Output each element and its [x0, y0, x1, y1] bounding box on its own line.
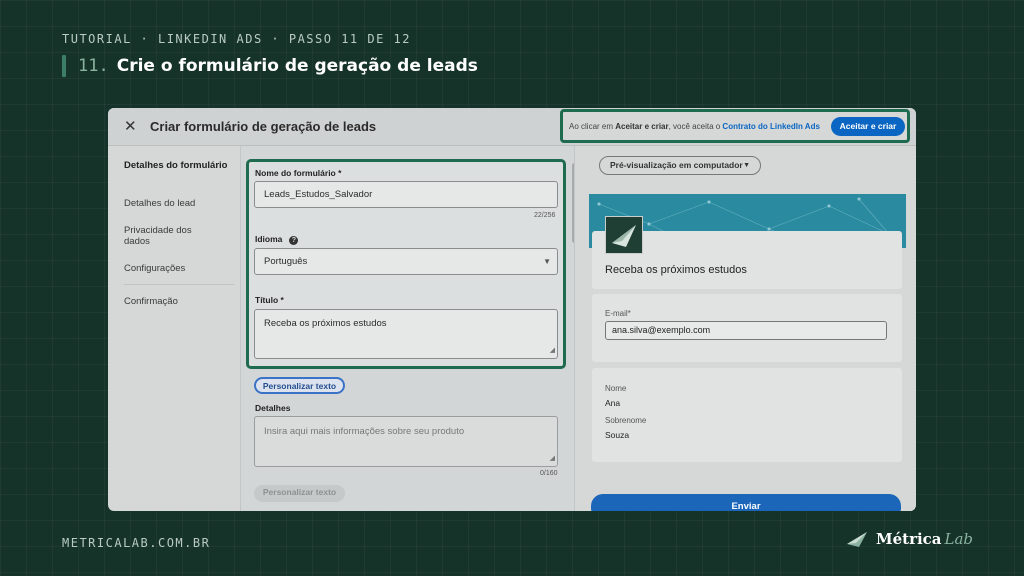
preview-headline: Receba os próximos estudos: [605, 264, 747, 276]
sidebar-item-form-details[interactable]: Detalhes do formulário: [124, 160, 234, 171]
brand-name: Métrica: [876, 530, 942, 548]
language-selected-value: Português: [264, 256, 308, 267]
sidebar-item-confirmation[interactable]: Confirmação: [124, 296, 234, 307]
footer-url: METRICALAB.COM.BR: [62, 536, 211, 550]
dialog-title: Criar formulário de geração de leads: [150, 119, 377, 134]
accept-highlight-box: Ao clicar em Aceitar e criar, você aceit…: [560, 109, 910, 143]
close-icon[interactable]: ✕: [124, 117, 137, 135]
preview-email-label: E-mail*: [605, 309, 631, 318]
sidebar-item-settings[interactable]: Configurações: [124, 263, 234, 274]
resize-handle-icon[interactable]: ◢: [550, 453, 555, 465]
sidebar-item-data-privacy[interactable]: Privacidade dos dados: [124, 225, 204, 247]
form-name-label: Nome do formulário *: [255, 168, 342, 178]
accept-notice-prefix: Ao clicar em: [569, 122, 616, 131]
language-label-text: Idioma: [255, 234, 283, 244]
preview-mode-dropdown[interactable]: Pré-visualização em computador ▼: [599, 156, 761, 175]
heading-accent-bar: [62, 55, 66, 77]
form-name-input[interactable]: Leads_Estudos_Salvador: [254, 181, 558, 208]
form-name-counter: 22/256: [534, 212, 556, 219]
preview-last-name-label: Sobrenome: [605, 416, 647, 425]
preview-mode-label: Pré-visualização em computador: [610, 160, 743, 170]
preview-first-name-label: Nome: [605, 384, 627, 393]
details-counter: 0/160: [540, 470, 558, 477]
preview-name-card: [592, 368, 902, 462]
brand-logo: Métrica Lab: [846, 530, 973, 548]
title-label: Título *: [255, 295, 284, 305]
language-label: Idioma?: [255, 234, 299, 245]
paper-plane-icon: [847, 532, 867, 547]
details-textarea[interactable]: Insira aqui mais informações sobre seu p…: [254, 416, 558, 467]
step-number: 11.: [78, 56, 109, 76]
chevron-down-icon: ▼: [543, 257, 551, 266]
lead-form-dialog: ✕ Criar formulário de geração de leads A…: [108, 108, 916, 511]
accept-notice: Ao clicar em Aceitar e criar, você aceit…: [569, 122, 820, 131]
brand-suffix: Lab: [944, 530, 974, 548]
preview-first-name-value: Ana: [605, 398, 621, 408]
ads-agreement-link[interactable]: Contrato do LinkedIn Ads: [722, 122, 819, 131]
customize-text-button[interactable]: Personalizar texto: [254, 377, 345, 394]
title-value: Receba os próximos estudos: [264, 318, 387, 329]
resize-handle-icon[interactable]: ◢: [550, 345, 555, 357]
paper-plane-logo-icon: [612, 225, 636, 247]
language-select[interactable]: Português ▼: [254, 248, 558, 275]
company-logo: [605, 216, 643, 254]
tutorial-kicker: TUTORIAL · LINKEDIN ADS · PASSO 11 DE 12: [62, 32, 411, 46]
step-title: Crie o formulário de geração de leads: [116, 56, 478, 76]
caret-down-icon: ▼: [743, 162, 750, 169]
submit-button[interactable]: Enviar: [591, 494, 901, 511]
accept-and-create-button[interactable]: Aceitar e criar: [831, 117, 905, 136]
accept-notice-middle: , você aceita o: [668, 122, 723, 131]
details-label: Detalhes: [255, 403, 291, 413]
help-icon[interactable]: ?: [289, 236, 299, 245]
sidebar-divider: [124, 284, 234, 285]
step-heading: 11. Crie o formulário de geração de lead…: [62, 55, 478, 77]
customize-text-button-disabled[interactable]: Personalizar texto: [254, 485, 345, 502]
details-placeholder: Insira aqui mais informações sobre seu p…: [264, 426, 465, 437]
accept-notice-bold: Aceitar e criar: [615, 122, 669, 131]
sidebar-item-lead-details[interactable]: Detalhes do lead: [124, 198, 234, 209]
preview-email-input[interactable]: ana.silva@exemplo.com: [605, 321, 887, 340]
steps-sidebar: Detalhes do formulário Detalhes do lead …: [108, 146, 240, 511]
dialog-header: ✕ Criar formulário de geração de leads A…: [108, 108, 916, 146]
title-textarea[interactable]: Receba os próximos estudos ◢: [254, 309, 558, 359]
preview-last-name-value: Souza: [605, 430, 630, 440]
